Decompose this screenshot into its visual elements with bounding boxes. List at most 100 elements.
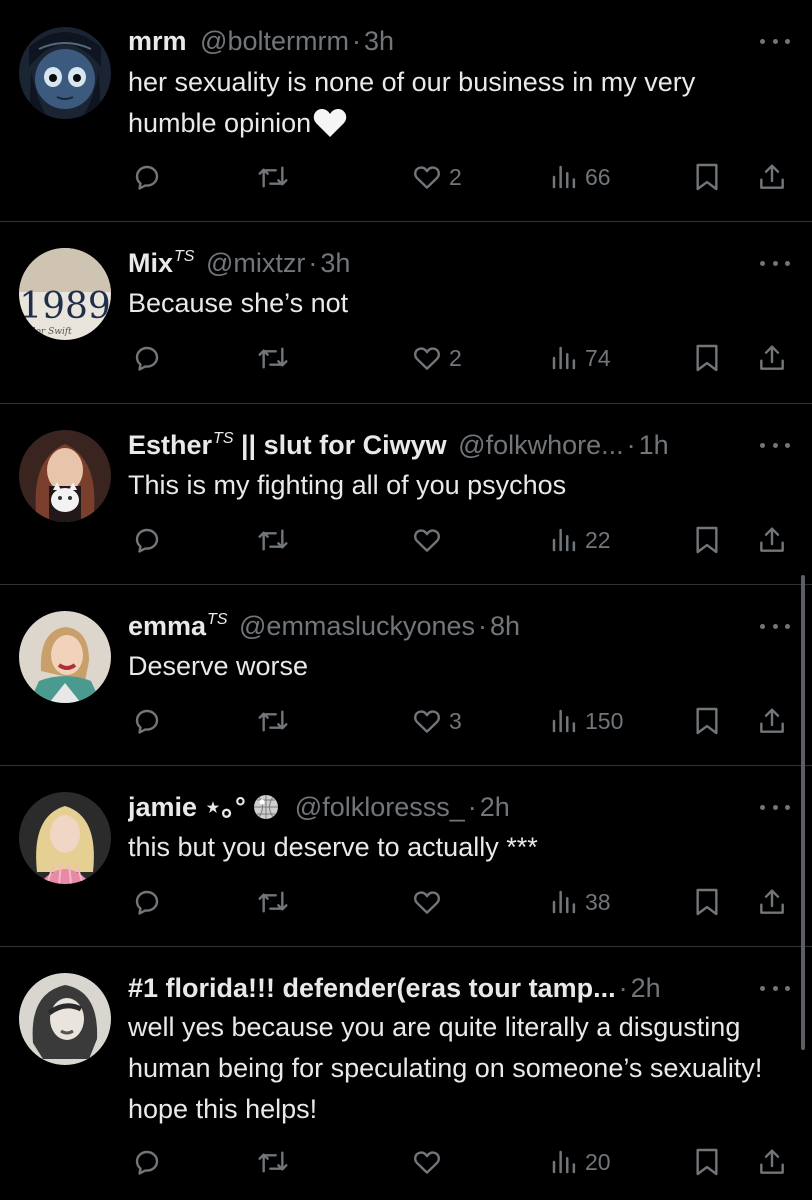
avatar[interactable]: 1989 aylor Swift	[19, 248, 111, 340]
timestamp[interactable]: 2h	[631, 973, 661, 1003]
more-icon[interactable]	[760, 36, 790, 46]
reply-button[interactable]	[131, 701, 163, 741]
reply-button[interactable]	[131, 1142, 163, 1182]
tweet-header: emmaTS @emmasluckyones · 8h	[128, 609, 742, 643]
bookmark-button[interactable]	[692, 157, 722, 197]
views-button[interactable]: 22	[549, 520, 611, 560]
bookmark-button[interactable]	[692, 338, 722, 378]
avatar[interactable]	[19, 611, 111, 703]
user-handle[interactable]: @boltermrm	[200, 26, 349, 56]
display-name[interactable]: emma	[128, 611, 206, 641]
views-icon	[549, 887, 579, 917]
views-button[interactable]: 66	[549, 157, 611, 197]
share-button[interactable]	[756, 1142, 788, 1182]
like-button[interactable]	[411, 1142, 443, 1182]
retweet-button[interactable]	[255, 701, 291, 741]
share-button[interactable]	[756, 701, 788, 741]
avatar[interactable]	[19, 973, 111, 1065]
reply-icon	[131, 705, 163, 737]
tweet-text: her sexuality is none of our business in…	[128, 62, 788, 150]
tweet[interactable]: EstherTS || slut for Ciwyw @folkwhore...…	[0, 404, 812, 585]
share-icon	[756, 705, 788, 737]
tweet-header: mrm @boltermrm · 3h	[128, 24, 742, 58]
views-icon	[549, 706, 579, 736]
retweet-button[interactable]	[255, 882, 291, 922]
share-button[interactable]	[756, 882, 788, 922]
retweet-button[interactable]	[255, 157, 291, 197]
like-count: 2	[449, 344, 462, 371]
display-name[interactable]: mrm	[128, 26, 187, 56]
reply-button[interactable]	[131, 520, 163, 560]
share-button[interactable]	[756, 338, 788, 378]
user-handle[interactable]: @mixtzr	[206, 248, 305, 278]
retweet-button[interactable]	[255, 520, 291, 560]
tweet[interactable]: emmaTS @emmasluckyones · 8h Deserve worse …	[0, 585, 812, 766]
bookmark-button[interactable]	[692, 882, 722, 922]
more-icon[interactable]	[760, 802, 790, 812]
avatar[interactable]	[19, 792, 111, 884]
display-name[interactable]: #1 florida!!! defender(eras tour tamp...	[128, 973, 616, 1003]
user-handle[interactable]: @folkloresss_	[295, 792, 465, 822]
user-handle[interactable]: @emmasluckyones	[239, 611, 475, 641]
reply-button[interactable]	[131, 157, 163, 197]
like-button[interactable]	[411, 520, 443, 560]
avatar[interactable]	[19, 27, 111, 119]
tweet[interactable]: 1989 aylor Swift MixTS @mixtzr · 3h Becaus…	[0, 222, 812, 404]
bookmark-button[interactable]	[692, 1142, 722, 1182]
display-name[interactable]: Esther	[128, 430, 212, 460]
more-icon[interactable]	[760, 258, 790, 268]
share-button[interactable]	[756, 157, 788, 197]
display-name[interactable]: jamie ⋆｡°	[128, 792, 246, 822]
timestamp[interactable]: 8h	[490, 611, 520, 641]
bookmark-button[interactable]	[692, 701, 722, 741]
views-icon	[549, 1147, 579, 1177]
separator-dot: ·	[478, 611, 488, 641]
retweet-icon	[255, 161, 291, 193]
separator-dot: ·	[618, 973, 628, 1003]
display-name[interactable]: Mix	[128, 248, 173, 278]
like-button[interactable]: 3	[411, 701, 462, 741]
timestamp[interactable]: 3h	[320, 248, 350, 278]
views-button[interactable]: 38	[549, 882, 611, 922]
like-button[interactable]: 2	[411, 157, 462, 197]
tweet-text: Deserve worse	[128, 646, 788, 687]
share-icon	[756, 886, 788, 918]
timestamp[interactable]: 3h	[364, 26, 394, 56]
share-icon	[756, 161, 788, 193]
avatar-album-text: 1989	[19, 286, 111, 327]
reply-button[interactable]	[131, 882, 163, 922]
like-button[interactable]	[411, 882, 443, 922]
more-icon[interactable]	[760, 440, 790, 450]
timestamp[interactable]: 1h	[639, 430, 669, 460]
retweet-icon	[255, 342, 291, 374]
tweet[interactable]: #1 florida!!! defender(eras tour tamp...…	[0, 947, 812, 1200]
display-name-suffix[interactable]: || slut for Ciwyw	[234, 430, 447, 460]
tweet[interactable]: mrm @boltermrm · 3h her sexuality is none …	[0, 0, 812, 222]
avatar[interactable]	[19, 430, 111, 522]
bookmark-icon	[692, 342, 722, 374]
retweet-button[interactable]	[255, 338, 291, 378]
like-button[interactable]: 2	[411, 338, 462, 378]
tweet-text-content: well yes because you are quite literally…	[128, 1012, 763, 1124]
share-icon	[756, 524, 788, 556]
views-button[interactable]: 20	[549, 1142, 611, 1182]
tweet-text-content: This is my fighting all of you psychos	[128, 470, 567, 500]
ts-badge: TS	[174, 248, 195, 265]
views-button[interactable]: 150	[549, 701, 623, 741]
views-icon	[549, 525, 579, 555]
tweet-header: MixTS @mixtzr · 3h	[128, 246, 742, 280]
timestamp[interactable]: 2h	[480, 792, 510, 822]
share-button[interactable]	[756, 520, 788, 560]
retweet-button[interactable]	[255, 1142, 291, 1182]
tweet-text: this but you deserve to actually ***	[128, 827, 788, 868]
scrollbar[interactable]	[801, 575, 805, 1050]
heart-icon	[411, 1146, 443, 1178]
tweet[interactable]: jamie ⋆｡° @folkloresss_ · 2h this but you …	[0, 766, 812, 947]
views-button[interactable]: 74	[549, 338, 611, 378]
more-icon[interactable]	[760, 983, 790, 993]
reply-button[interactable]	[131, 338, 163, 378]
bookmark-button[interactable]	[692, 520, 722, 560]
action-bar: 2 66	[0, 157, 812, 197]
user-handle[interactable]: @folkwhore...	[458, 430, 623, 460]
more-icon[interactable]	[760, 621, 790, 631]
